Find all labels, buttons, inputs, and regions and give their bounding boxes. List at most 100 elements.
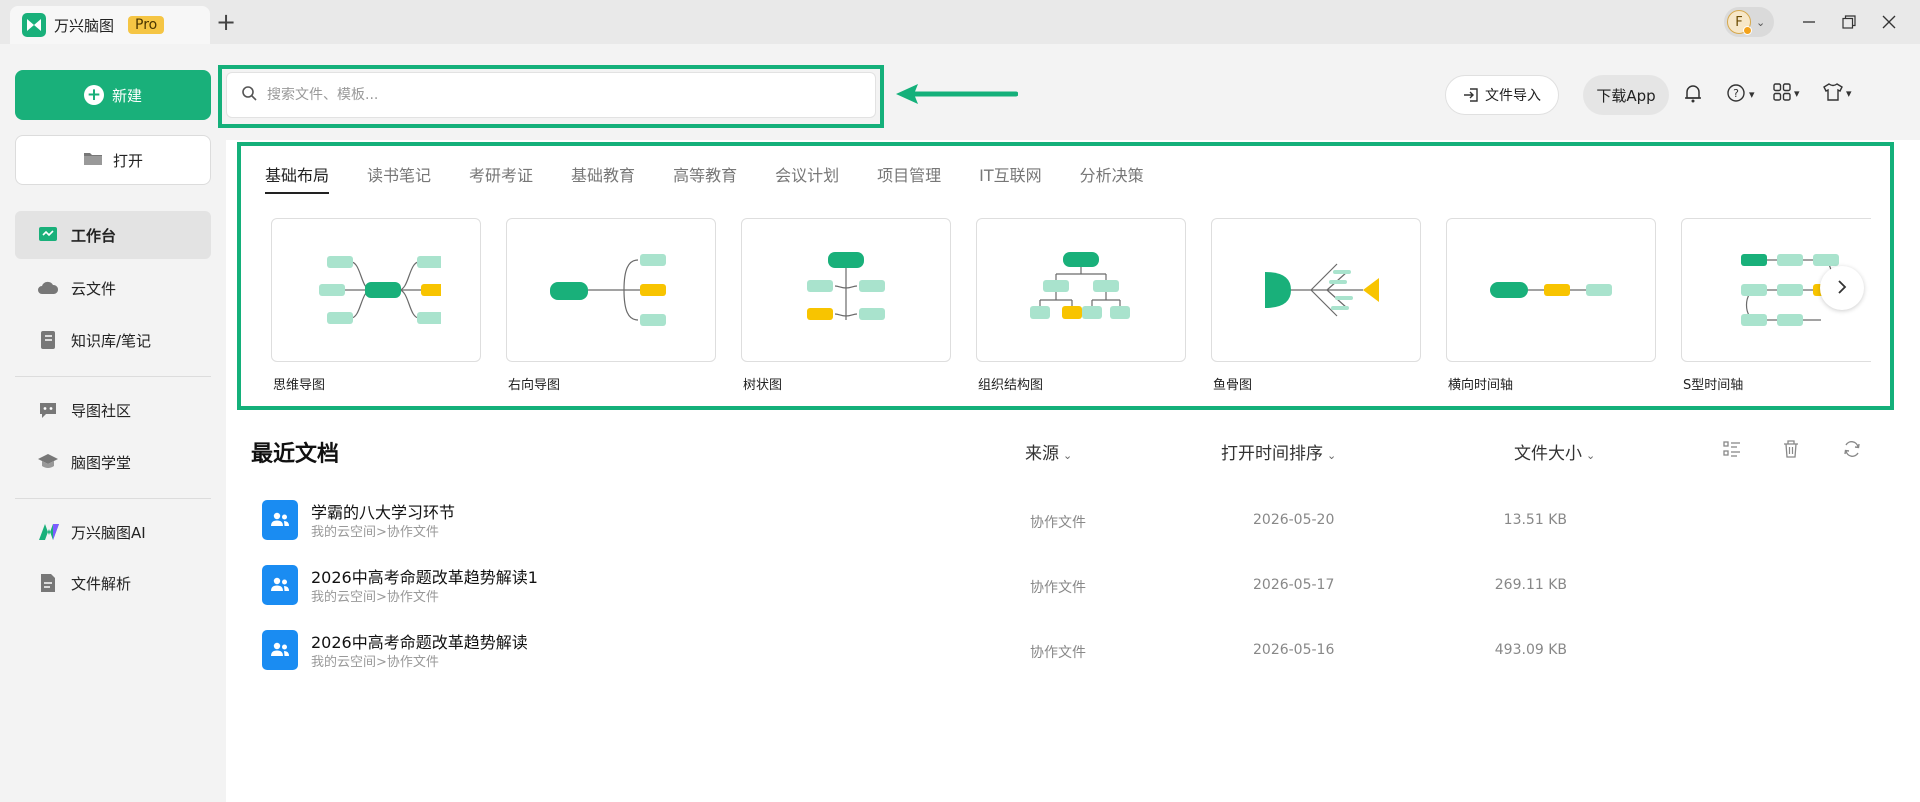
template-card-label: 横向时间轴 xyxy=(1448,378,1514,393)
sidebar-item-label: 导图社区 xyxy=(71,401,132,420)
file-date: 2026-05-20 xyxy=(1253,512,1335,528)
sidebar-item-label: 云文件 xyxy=(71,279,117,298)
time-sort[interactable]: 打开时间排序 ⌄ xyxy=(1221,439,1336,464)
sidebar-item-knowledge[interactable]: 知识库/笔记 xyxy=(15,316,211,364)
size-sort[interactable]: 文件大小 ⌄ xyxy=(1514,439,1595,464)
plus-icon: + xyxy=(83,85,104,105)
sidebar-item-label: 知识库/笔记 xyxy=(71,331,152,350)
org-chart-thumbnail-icon xyxy=(1030,252,1130,319)
sidebar-item-label: 脑图学堂 xyxy=(71,453,132,472)
academy-icon xyxy=(37,451,59,473)
sidebar-item-label: 文件解析 xyxy=(71,574,132,593)
app-tab[interactable]: 万兴脑图 Pro xyxy=(10,6,210,44)
open-button[interactable]: 打开 xyxy=(15,135,211,185)
badge-dot-icon xyxy=(1743,26,1752,35)
template-card-tree[interactable]: 树状图 xyxy=(741,218,951,393)
table-row[interactable]: 2026中高考命题改革趋势解读1 我的云空间>协作文件 协作文件 2026-05… xyxy=(262,561,1612,611)
template-card-right-map[interactable]: 右向导图 xyxy=(506,218,716,393)
new-button[interactable]: + 新建 xyxy=(15,70,211,120)
recent-docs-title: 最近文档 xyxy=(251,442,340,467)
template-tabs: 基础布局 读书笔记 考研考证 基础教育 高等教育 会议计划 项目管理 IT互联网… xyxy=(265,162,1182,194)
download-app-button[interactable]: 下载App xyxy=(1583,75,1669,115)
file-import-label: 文件导入 xyxy=(1485,88,1541,104)
tab-analysis[interactable]: 分析决策 xyxy=(1080,162,1144,194)
sidebar-item-ai[interactable]: 万兴脑图AI xyxy=(15,508,211,556)
template-thumbnail xyxy=(976,218,1186,362)
svg-text:?: ? xyxy=(1733,87,1739,100)
trash-icon[interactable] xyxy=(1781,439,1801,463)
sidebar-divider xyxy=(15,498,211,499)
apps-menu[interactable]: ▾ xyxy=(1773,83,1800,104)
chevron-down-icon: ⌄ xyxy=(1063,449,1073,462)
tab-it-internet[interactable]: IT互联网 xyxy=(979,162,1042,194)
template-card-label: 鱼骨图 xyxy=(1213,378,1253,393)
source-filter[interactable]: 来源 ⌄ xyxy=(1025,439,1072,464)
template-card-label: S型时间轴 xyxy=(1683,378,1744,393)
refresh-icon[interactable] xyxy=(1842,439,1862,463)
title-bar: 万兴脑图 Pro + F ⌄ xyxy=(0,0,1920,44)
template-card-h-timeline[interactable]: 横向时间轴 xyxy=(1446,218,1656,393)
tab-basic-layout[interactable]: 基础布局 xyxy=(265,162,330,194)
avatar-initial: F xyxy=(1735,14,1743,30)
search-input[interactable] xyxy=(267,87,827,103)
restore-icon[interactable] xyxy=(1836,9,1862,35)
tab-reading-notes[interactable]: 读书笔记 xyxy=(367,162,431,194)
source-filter-label: 来源 xyxy=(1025,444,1059,464)
search-box[interactable] xyxy=(226,72,876,118)
template-thumbnail xyxy=(1446,218,1656,362)
bell-icon[interactable] xyxy=(1684,83,1702,103)
file-size: 493.09 KB xyxy=(1494,642,1567,658)
template-next-button[interactable] xyxy=(1820,266,1864,310)
skin-menu[interactable]: ▾ xyxy=(1823,83,1852,104)
sidebar-item-workbench[interactable]: 工作台 xyxy=(15,211,211,259)
workbench-icon xyxy=(37,224,59,246)
template-card-label: 组织结构图 xyxy=(978,378,1044,393)
cloud-icon xyxy=(37,277,59,299)
new-tab-button[interactable]: + xyxy=(212,8,240,36)
template-card-label: 右向导图 xyxy=(508,378,561,393)
sidebar-item-community[interactable]: 导图社区 xyxy=(15,386,211,434)
file-path: 我的云空间>协作文件 xyxy=(311,525,439,540)
tab-meeting-plan[interactable]: 会议计划 xyxy=(775,162,839,194)
minimize-icon[interactable] xyxy=(1796,9,1822,35)
chevron-down-icon: ▾ xyxy=(1749,88,1755,101)
sidebar-item-label: 工作台 xyxy=(71,226,117,245)
chevron-down-icon: ⌄ xyxy=(1756,15,1766,29)
tab-exam[interactable]: 考研考证 xyxy=(469,162,533,194)
list-view-icon[interactable] xyxy=(1722,439,1742,463)
file-size: 13.51 KB xyxy=(1503,512,1567,528)
sidebar-item-cloud[interactable]: 云文件 xyxy=(15,264,211,312)
template-card-label: 思维导图 xyxy=(273,378,326,393)
fishbone-thumbnail-icon xyxy=(1265,263,1379,317)
template-thumbnail xyxy=(271,218,481,362)
file-path: 我的云空间>协作文件 xyxy=(311,655,439,670)
sidebar-item-file-parse[interactable]: 文件解析 xyxy=(15,559,211,607)
tshirt-icon xyxy=(1823,83,1843,104)
new-button-label: 新建 xyxy=(111,86,142,105)
template-card-mindmap[interactable]: 思维导图 xyxy=(271,218,481,393)
file-import-button[interactable]: 文件导入 xyxy=(1445,75,1559,115)
user-menu[interactable]: F ⌄ xyxy=(1724,7,1774,37)
template-card-org-chart[interactable]: 组织结构图 xyxy=(976,218,1186,393)
chevron-down-icon: ⌄ xyxy=(1586,449,1596,462)
file-name: 学霸的八大学习环节 xyxy=(311,503,456,522)
chevron-down-icon: ▾ xyxy=(1794,87,1800,100)
file-date: 2026-05-16 xyxy=(1253,642,1335,658)
import-icon xyxy=(1463,87,1479,103)
file-size: 269.11 KB xyxy=(1494,577,1567,593)
close-icon[interactable] xyxy=(1876,9,1902,35)
collab-file-icon xyxy=(262,500,298,540)
sidebar-item-academy[interactable]: 脑图学堂 xyxy=(15,438,211,486)
table-row[interactable]: 2026中高考命题改革趋势解读 我的云空间>协作文件 协作文件 2026-05-… xyxy=(262,626,1612,676)
sidebar: + 新建 打开 工作台 云文件 知识库/笔记 导图社区 脑图学堂 万兴脑图AI … xyxy=(0,44,226,802)
tab-basic-education[interactable]: 基础教育 xyxy=(571,162,635,194)
file-source: 协作文件 xyxy=(1030,515,1086,531)
tab-project-management[interactable]: 项目管理 xyxy=(877,162,941,194)
help-menu[interactable]: ? ▾ xyxy=(1726,83,1755,106)
table-row[interactable]: 学霸的八大学习环节 我的云空间>协作文件 协作文件 2026-05-20 13.… xyxy=(262,496,1612,546)
template-card-fishbone[interactable]: 鱼骨图 xyxy=(1211,218,1421,393)
tab-higher-education[interactable]: 高等教育 xyxy=(673,162,737,194)
sidebar-divider xyxy=(15,376,211,377)
help-icon: ? xyxy=(1726,83,1746,106)
h-timeline-thumbnail-icon xyxy=(1490,282,1612,298)
